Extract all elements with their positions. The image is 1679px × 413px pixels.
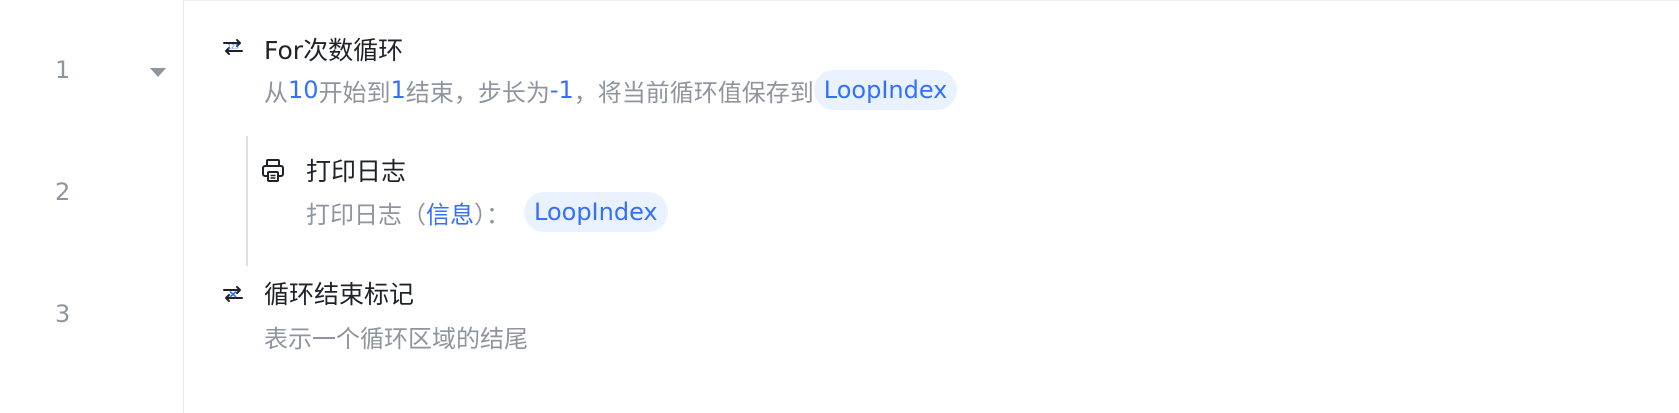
line-number-3: 3 [55, 300, 71, 328]
desc-text: 表示一个循环区域的结尾 [264, 324, 528, 353]
loop-end-icon [223, 286, 243, 302]
collapse-toggle-icon[interactable] [150, 68, 166, 77]
variable-chip-loopindex[interactable]: LoopIndex [524, 192, 668, 232]
variable-chip-loopindex[interactable]: LoopIndex [813, 70, 958, 110]
desc-text: 结束，步长为 [405, 78, 550, 107]
step-title-loop-end: 循环结束标记 [264, 280, 415, 309]
step-title-for-loop: For次数循环 [264, 36, 404, 65]
step-value[interactable]: -1 [550, 76, 574, 104]
step-title-print-log: 打印日志 [306, 157, 407, 186]
log-level-value[interactable]: 信息 [426, 195, 474, 230]
top-divider [184, 0, 1679, 1]
step-desc-print-log: 打印日志（ 信息）： LoopIndex [306, 190, 668, 234]
line-number-1: 1 [55, 56, 71, 84]
line-number-gutter: 1 2 3 [0, 0, 184, 413]
start-value[interactable]: 10 [288, 76, 319, 104]
loop-count-icon: 123 [223, 39, 243, 55]
line-number-2: 2 [55, 178, 71, 206]
desc-text: 从 [264, 78, 288, 107]
desc-text: 打印日志（ [306, 200, 426, 229]
svg-text:123: 123 [227, 44, 239, 51]
printer-icon [262, 159, 284, 182]
step-desc-loop-end: 表示一个循环区域的结尾 [264, 314, 528, 358]
desc-text: 开始到 [318, 78, 391, 107]
end-value[interactable]: 1 [391, 76, 406, 104]
step-desc-for-loop: 从 10 开始到 1 结束，步长为 -1 ，将当前循环值保存到 LoopIndex [264, 68, 958, 112]
loop-body-indent-bar [246, 136, 248, 266]
desc-text: ，将当前循环值保存到 [573, 78, 814, 107]
desc-text: ）： [474, 200, 510, 229]
